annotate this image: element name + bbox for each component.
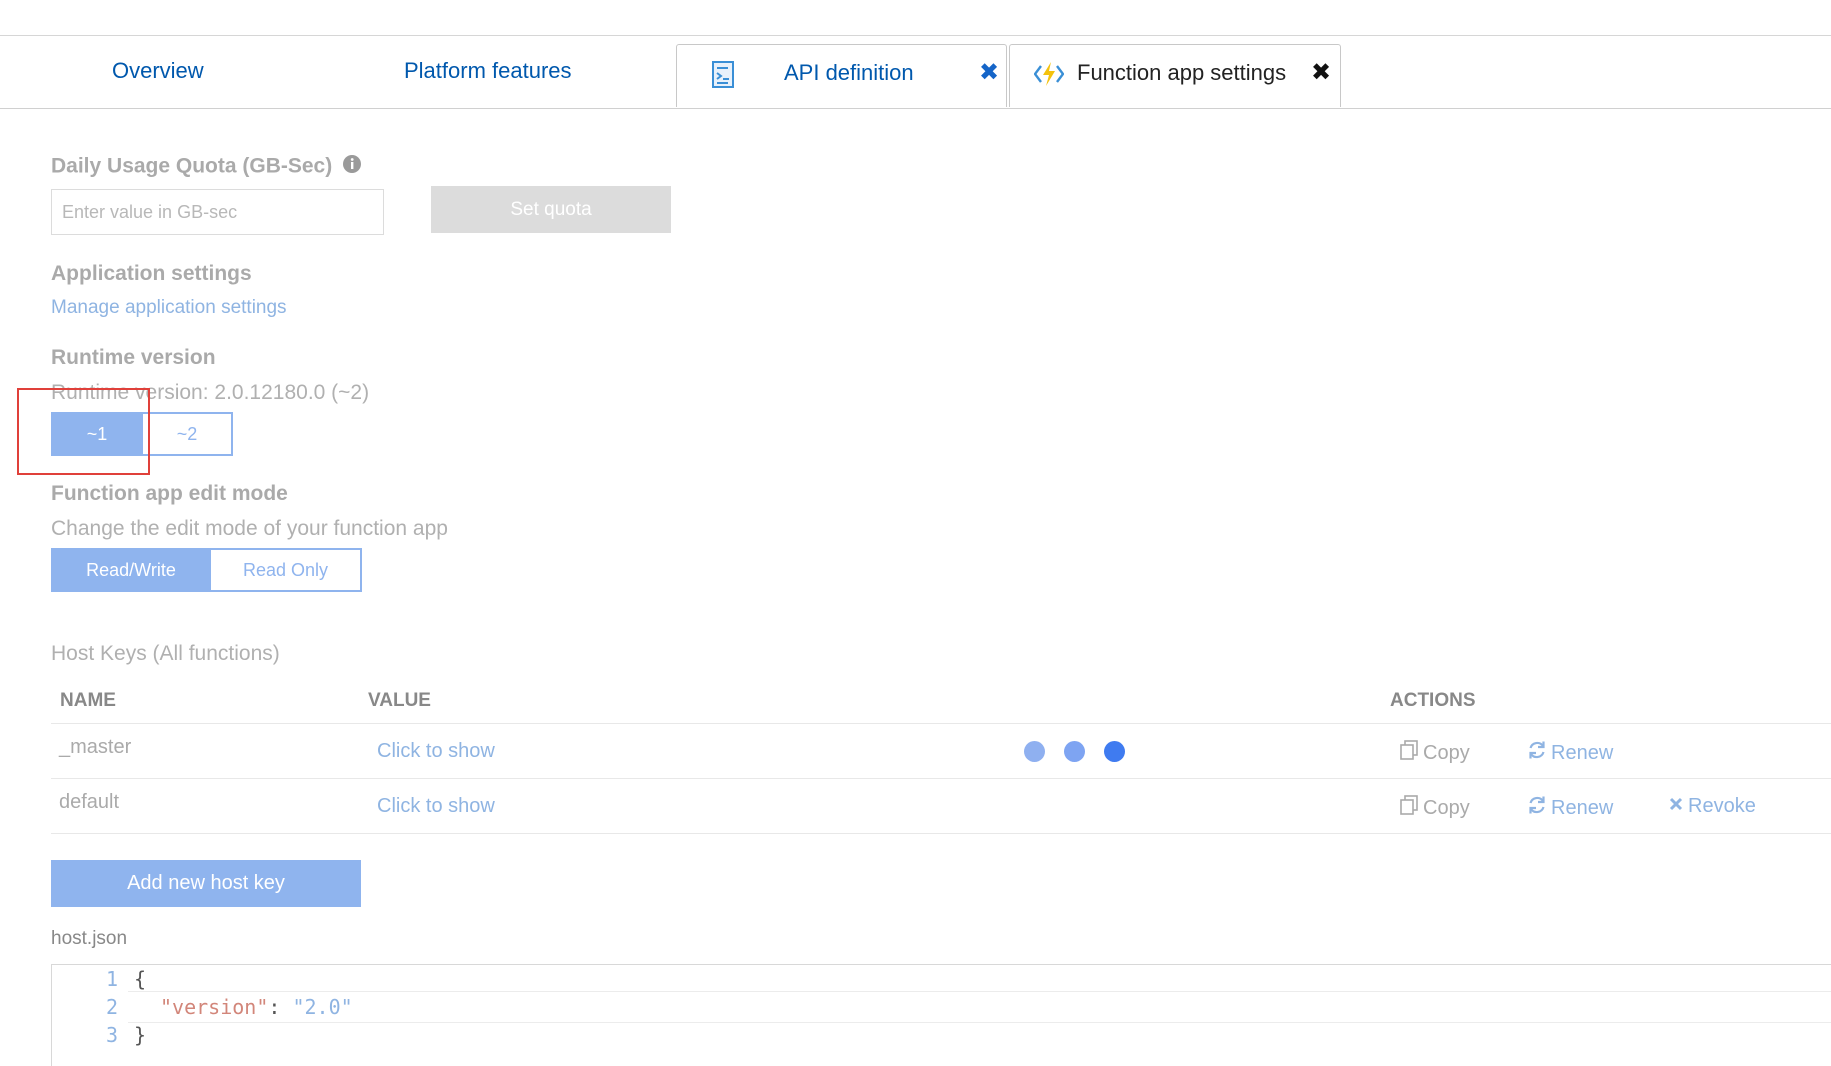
copy-button[interactable]: Copy xyxy=(1399,795,1470,821)
column-header-name: NAME xyxy=(60,690,116,711)
line-number: 3 xyxy=(105,1023,118,1047)
copy-icon xyxy=(1399,795,1419,821)
runtime-option-1[interactable]: ~1 xyxy=(51,412,143,456)
host-key-value-show[interactable]: Click to show xyxy=(377,740,495,763)
close-icon xyxy=(1668,795,1684,818)
set-quota-button[interactable]: Set quota xyxy=(431,186,671,233)
loading-dot xyxy=(1104,741,1125,762)
revoke-button[interactable]: Revoke xyxy=(1668,795,1756,818)
edit-mode-toggle: Read/Write Read Only xyxy=(51,548,362,592)
host-json-editor[interactable]: 1 2 3 { "version": "2.0" } xyxy=(51,964,1831,1066)
code-line: { xyxy=(134,967,147,991)
tab-platform-features[interactable]: Platform features xyxy=(404,58,572,84)
column-header-actions: ACTIONS xyxy=(1390,690,1476,711)
tab-bar: Overview Platform features API definitio… xyxy=(0,36,1831,109)
active-line-highlight xyxy=(128,991,1831,1023)
refresh-icon xyxy=(1527,740,1547,766)
function-bolt-icon xyxy=(1033,61,1065,92)
tab-api-definition[interactable]: API definition ✖ xyxy=(676,44,1007,107)
runtime-version-toggle: ~1 ~2 xyxy=(51,412,233,456)
line-number: 2 xyxy=(105,995,118,1019)
add-host-key-button[interactable]: Add new host key xyxy=(51,860,361,907)
table-row: default Click to show Copy Renew Revoke xyxy=(51,778,1831,834)
api-document-icon xyxy=(711,61,737,94)
runtime-version-label: Runtime version xyxy=(51,346,216,369)
code-line: "version": "2.0" xyxy=(160,995,353,1019)
tab-overview[interactable]: Overview xyxy=(112,58,204,84)
application-settings-label: Application settings xyxy=(51,262,252,285)
tab-function-app-settings[interactable]: Function app settings ✖ xyxy=(1009,44,1341,107)
quota-input[interactable] xyxy=(51,189,384,235)
copy-icon xyxy=(1399,740,1419,766)
edit-mode-label: Function app edit mode xyxy=(51,482,288,505)
table-row: _master Click to show Copy Renew xyxy=(51,723,1831,779)
tab-function-app-settings-label: Function app settings xyxy=(1077,60,1287,85)
manage-application-settings-link[interactable]: Manage application settings xyxy=(51,297,287,319)
runtime-version-current: Runtime version: 2.0.12180.0 (~2) xyxy=(51,381,370,404)
runtime-option-2[interactable]: ~2 xyxy=(143,412,233,456)
refresh-icon xyxy=(1527,795,1547,821)
renew-button[interactable]: Renew xyxy=(1527,740,1613,766)
renew-button[interactable]: Renew xyxy=(1527,795,1613,821)
close-icon[interactable]: ✖ xyxy=(1311,58,1331,87)
edit-mode-read-only[interactable]: Read Only xyxy=(211,548,362,592)
loading-dot xyxy=(1064,741,1085,762)
copy-button[interactable]: Copy xyxy=(1399,740,1470,766)
host-key-name: default xyxy=(59,791,120,813)
info-icon[interactable] xyxy=(342,154,362,180)
host-json-label: host.json xyxy=(51,928,128,949)
loading-dot xyxy=(1024,741,1045,762)
table-bottom-divider xyxy=(51,833,1831,834)
edit-mode-description: Change the edit mode of your function ap… xyxy=(51,517,448,540)
line-number: 1 xyxy=(105,967,118,991)
tab-api-definition-label: API definition xyxy=(784,60,914,85)
quota-label: Daily Usage Quota (GB-Sec) xyxy=(51,154,362,180)
host-key-name: _master xyxy=(59,736,132,758)
host-key-value-show[interactable]: Click to show xyxy=(377,795,495,818)
edit-mode-read-write[interactable]: Read/Write xyxy=(51,548,211,592)
close-icon[interactable]: ✖ xyxy=(979,58,999,87)
host-keys-title: Host Keys (All functions) xyxy=(51,642,280,665)
column-header-value: VALUE xyxy=(368,690,431,711)
code-line: } xyxy=(134,1023,147,1047)
